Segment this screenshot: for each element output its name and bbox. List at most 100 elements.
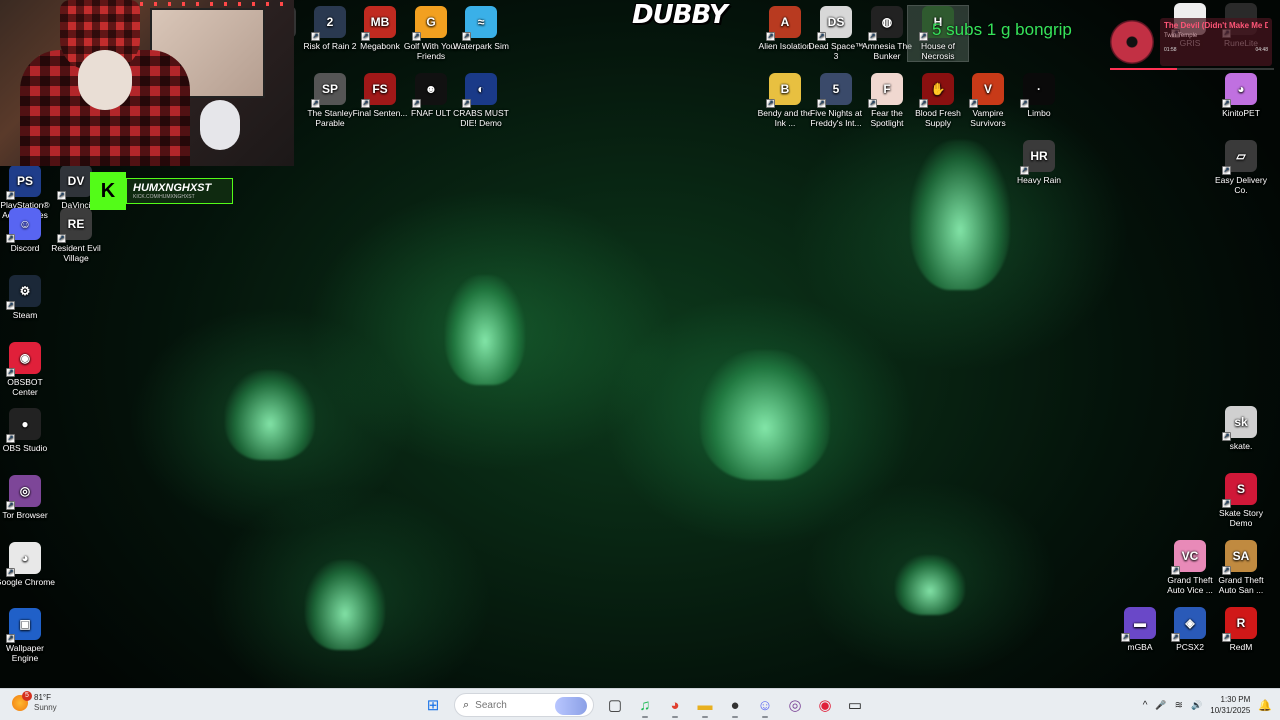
- terminal-icon[interactable]: ▭: [842, 692, 868, 718]
- desktop-icon[interactable]: ◎ ↗ Tor Browser: [0, 475, 55, 520]
- desktop-icon[interactable]: R ↗ RedM: [1211, 607, 1271, 652]
- gta-san-andreas-icon: SA ↗: [1222, 540, 1257, 575]
- risk-of-rain-icon: 2 ↗: [311, 6, 346, 41]
- shortcut-arrow-icon: ↗: [1020, 166, 1029, 175]
- search-input[interactable]: [475, 699, 556, 711]
- taskbar-app-glyph: ◉: [818, 697, 832, 714]
- desktop-icon[interactable]: ◉ ↗ OBSBOT Center: [0, 342, 55, 397]
- tor-icon: ◎ ↗: [6, 475, 41, 510]
- tray-overflow-chevron-icon[interactable]: ^: [1143, 700, 1148, 711]
- icon-glyph: ≈: [477, 15, 485, 29]
- desktop-icon-label: House of Necrosis: [920, 41, 956, 61]
- desktop-icon[interactable]: ▣ ↗ Wallpaper Engine: [0, 608, 55, 663]
- easy-delivery-icon: ▱ ↗: [1222, 140, 1257, 175]
- system-tray: ^ 🎤 ≋ 🔊 1:30 PM 10/31/2025 🔔: [1143, 691, 1272, 719]
- task-view-icon[interactable]: ▢: [602, 692, 628, 718]
- shortcut-arrow-icon: ↗: [6, 191, 15, 200]
- shortcut-arrow-icon: ↗: [766, 32, 775, 41]
- shortcut-arrow-icon: ↗: [6, 368, 15, 377]
- desktop-icon-label: Megabonk: [360, 41, 400, 51]
- start-button[interactable]: ⊞: [420, 692, 446, 718]
- wifi-icon[interactable]: ≋: [1175, 700, 1183, 711]
- icon-glyph: ◉: [19, 351, 31, 365]
- golf-icon: G ↗: [412, 6, 447, 41]
- weather-widget[interactable]: 5 81°F Sunny: [12, 691, 57, 713]
- desktop-icon-label: Limbo: [1027, 108, 1051, 118]
- desktop-icon[interactable]: ● ↗ OBS Studio: [0, 408, 55, 453]
- desktop-icon-label: Skate Story Demo: [1219, 508, 1263, 528]
- shortcut-arrow-icon: ↗: [6, 634, 15, 643]
- desktop-icon-label: Easy Delivery Co.: [1215, 175, 1267, 195]
- icon-glyph: R: [1236, 616, 1246, 630]
- obs-icon: ● ↗: [6, 408, 41, 443]
- shortcut-arrow-icon: ↗: [6, 434, 15, 443]
- desktop-icon[interactable]: HR ↗ Heavy Rain: [1009, 140, 1069, 185]
- shortcut-arrow-icon: ↗: [361, 32, 370, 41]
- file-explorer-icon[interactable]: ▬: [692, 692, 718, 718]
- taskbar-search[interactable]: ⌕: [454, 693, 594, 717]
- taskbar: 5 81°F Sunny ⊞ ⌕ ▢ ♫ ◕ ▬ ● ☺ ◎ ◉ ▭ ^ 🎤 ≋ 🔊 1:30 PM…: [0, 688, 1280, 720]
- microphone-icon[interactable]: 🎤: [1155, 700, 1166, 711]
- now-playing-widget: The Devil (Didn't Make Me Do Twin Temple…: [1110, 8, 1274, 70]
- pcsx2-icon: ◈ ↗: [1171, 607, 1206, 642]
- taskbar-app-glyph: ☺: [757, 696, 773, 714]
- steam-icon: ⚙ ↗: [6, 275, 41, 310]
- kick-channel-url: KICK.COM/HUMXNGHXST: [133, 194, 195, 200]
- skate-story-icon: S ↗: [1222, 473, 1257, 508]
- icon-glyph: VC: [1181, 549, 1199, 563]
- desktop-icon[interactable]: S ↗ Skate Story Demo: [1211, 473, 1271, 528]
- wallpaper-hand: [910, 140, 1010, 290]
- kick-channel-name: HUMXNGHXST: [133, 182, 212, 194]
- desktop-icon[interactable]: ▱ ↗ Easy Delivery Co.: [1211, 140, 1271, 195]
- clock[interactable]: 1:30 PM 10/31/2025: [1210, 694, 1250, 716]
- icon-glyph: 5: [832, 82, 840, 96]
- running-indicator: [702, 716, 708, 718]
- mgba-icon: ▬ ↗: [1121, 607, 1156, 642]
- desktop-icon[interactable]: sk ↗ skate.: [1211, 406, 1271, 451]
- icon-glyph: F: [883, 82, 891, 96]
- discord-icon: ☺ ↗: [6, 208, 41, 243]
- obs-icon[interactable]: ●: [722, 692, 748, 718]
- desktop[interactable]: PS↗PlayStation® AccessoriesDV↗DaVinci Re…: [0, 0, 1280, 688]
- desktop-icon[interactable]: RE ↗ Resident Evil Village: [46, 208, 106, 263]
- notification-bell-icon[interactable]: 🔔: [1258, 699, 1272, 712]
- taskbar-app-glyph: ▬: [697, 696, 713, 714]
- icon-glyph: ◈: [1185, 616, 1195, 630]
- icon-glyph: ✋: [930, 82, 946, 96]
- discord-icon[interactable]: ☺: [752, 692, 778, 718]
- tor-icon[interactable]: ◎: [782, 692, 808, 718]
- desktop-icon-label: Discord: [10, 243, 40, 253]
- kinitopet-icon: ◕ ↗: [1222, 73, 1257, 108]
- obsbot-icon[interactable]: ◉: [812, 692, 838, 718]
- desktop-icon[interactable]: ◐ ↗ CRABS MUST DIE! Demo: [451, 73, 511, 128]
- shortcut-arrow-icon: ↗: [6, 568, 15, 577]
- spotify-icon[interactable]: ♫: [632, 692, 658, 718]
- volume-icon[interactable]: 🔊: [1191, 700, 1202, 711]
- running-indicator: [672, 716, 678, 718]
- shortcut-arrow-icon: ↗: [311, 32, 320, 41]
- shortcut-arrow-icon: ↗: [412, 32, 421, 41]
- kick-badge: K HUMXNGHXST KICK.COM/HUMXNGHXST: [90, 172, 233, 210]
- waterpark-icon: ≈ ↗: [462, 6, 497, 41]
- amnesia-icon: ◍ ↗: [868, 6, 903, 41]
- crabs-icon: ◐ ↗: [462, 73, 497, 108]
- re-village-icon: RE ↗: [57, 208, 92, 243]
- desktop-icon[interactable]: ≈ ↗ Waterpark Sim: [451, 6, 511, 51]
- desktop-icon-label: Risk of Rain 2: [303, 41, 357, 51]
- desktop-icon[interactable]: ◕ ↗ Google Chrome: [0, 542, 55, 587]
- megabonk-icon: MB ↗: [361, 6, 396, 41]
- chrome-icon[interactable]: ◕: [662, 692, 688, 718]
- icon-glyph: SA: [1232, 549, 1250, 563]
- search-icon: ⌕: [463, 698, 470, 711]
- desktop-icon[interactable]: ⚙ ↗ Steam: [0, 275, 55, 320]
- clock-time: 1:30 PM: [1220, 695, 1251, 704]
- icon-glyph: MB: [370, 15, 390, 29]
- track-artist: Twin Temple: [1164, 33, 1198, 39]
- icon-glyph: PS: [16, 174, 33, 188]
- desktop-icon[interactable]: ◕ ↗ KinitoPET: [1211, 73, 1271, 118]
- desktop-icon[interactable]: SA ↗ Grand Theft Auto San ...: [1211, 540, 1271, 595]
- fnaf-interactive-icon: 5 ↗: [817, 73, 852, 108]
- icon-glyph: DV: [67, 174, 85, 188]
- shortcut-arrow-icon: ↗: [1171, 566, 1180, 575]
- desktop-icon[interactable]: · ↗ Limbo: [1009, 73, 1069, 118]
